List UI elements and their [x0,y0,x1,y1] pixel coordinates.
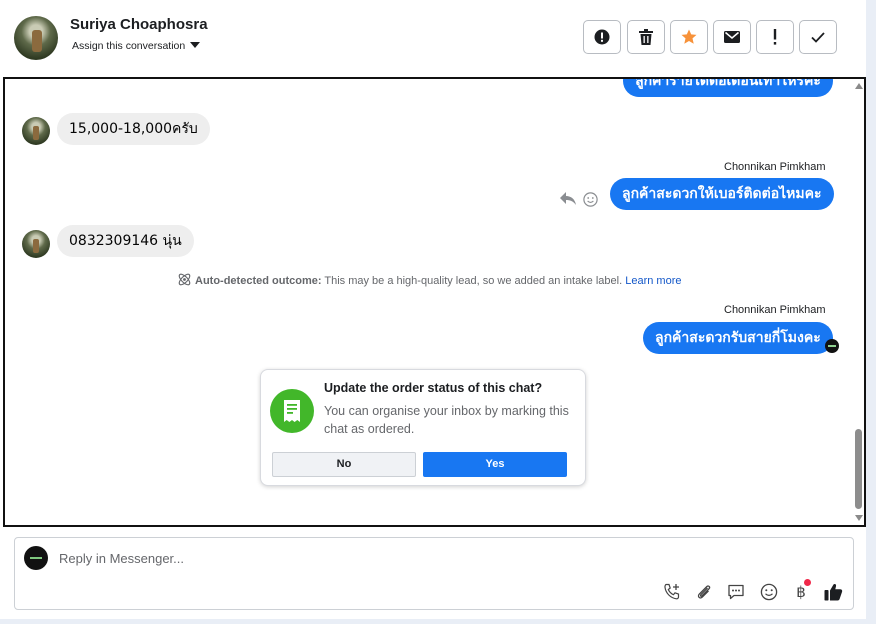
message-composer[interactable]: Reply in Messenger... ฿ [14,537,854,610]
order-receipt-icon [270,389,314,433]
message-bubble-outgoing[interactable]: ลูกค้าสะดวกให้เบอร์ติดต่อไหมคะ [610,178,834,210]
assign-label: Assign this conversation [72,40,186,52]
spam-button[interactable] [583,20,621,54]
contact-avatar-small [22,117,50,145]
reply-icon[interactable] [560,192,576,206]
follow-up-button[interactable] [670,20,708,54]
phone-add-icon [664,583,680,600]
auto-detected-outcome-notice: Auto-detected outcome: This may be a hig… [177,272,681,287]
trash-icon [639,29,653,45]
caret-down-icon [190,42,201,48]
conversation-thread[interactable]: ลูกค้ารายได้ต่อเดือนเท่าไหร่คะ 15,000-18… [3,77,866,527]
conversation-header: Suriya Choaphosra Assign this conversati… [0,0,866,76]
contact-avatar[interactable] [14,16,58,60]
scroll-up-arrow-icon[interactable] [855,83,863,89]
contact-avatar-small [22,230,50,258]
message-bubble-incoming[interactable]: 15,000-18,000ครับ [57,113,210,145]
paperclip-icon [697,585,711,599]
thumbs-up-icon [824,584,842,601]
outcome-text: This may be a high-quality lead, so we a… [321,275,626,287]
phone-add-button[interactable] [661,581,683,603]
like-button[interactable] [822,581,844,603]
learn-more-link[interactable]: Learn more [625,275,681,287]
scrollbar-thumb[interactable] [855,429,862,509]
page-edge-right [866,0,876,624]
sender-name: Chonnikan Pimkham [724,304,826,316]
payment-button[interactable]: ฿ [790,579,812,603]
page-edge-bottom [0,619,876,624]
scrollbar[interactable] [852,79,864,525]
react-emoji-icon[interactable] [583,192,598,207]
delete-button[interactable] [627,20,665,54]
mark-important-button[interactable] [756,20,794,54]
reply-input[interactable]: Reply in Messenger... [59,551,184,566]
page-avatar [24,546,48,570]
order-card-body: You can organise your inbox by marking t… [324,404,569,436]
outcome-atom-icon [178,273,191,286]
order-yes-button[interactable]: Yes [423,452,567,477]
sender-name: Chonnikan Pimkham [724,161,826,173]
star-icon [681,29,697,44]
message-bubble-incoming[interactable]: 0832309146 นุ่น [57,225,194,257]
attach-button[interactable] [693,581,715,603]
emoji-button[interactable] [758,581,780,603]
alert-circle-icon [594,29,610,45]
emoji-icon [760,583,778,601]
baht-icon: ฿ [796,583,806,601]
contact-name[interactable]: Suriya Choaphosra [70,16,208,33]
saved-reply-icon [728,584,744,600]
mark-done-button[interactable] [799,20,837,54]
message-bubble-outgoing[interactable]: ลูกค้าสะดวกรับสายกี่โมงคะ [643,322,833,354]
scroll-down-arrow-icon[interactable] [855,515,863,521]
outcome-label: Auto-detected outcome: [195,275,322,287]
assign-conversation-dropdown[interactable]: Assign this conversation [72,40,201,52]
notification-dot [804,579,811,586]
message-bubble-outgoing[interactable]: ลูกค้ารายได้ต่อเดือนเท่าไหร่คะ [623,79,833,97]
check-icon [811,31,825,43]
seen-avatar-indicator [825,339,839,353]
order-no-button[interactable]: No [272,452,416,477]
exclamation-icon [773,29,777,45]
order-card-title: Update the order status of this chat? [324,381,543,395]
saved-reply-button[interactable] [725,581,747,603]
envelope-icon [724,31,740,43]
order-status-card: Update the order status of this chat? Yo… [260,369,586,486]
mark-unread-button[interactable] [713,20,751,54]
